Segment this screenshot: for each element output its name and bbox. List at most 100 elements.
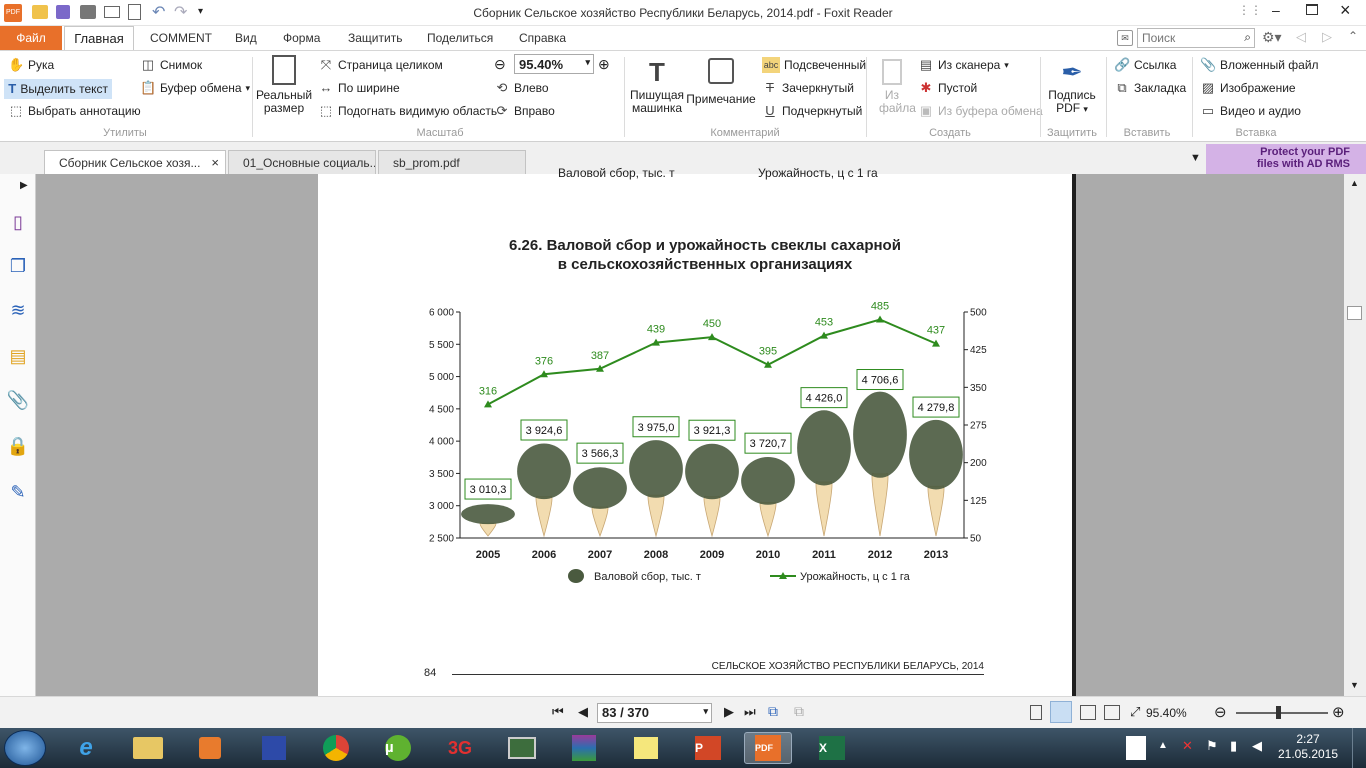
bookmark-button[interactable]: ⧉ Закладка — [1114, 80, 1186, 96]
comments-icon[interactable]: ▤ — [6, 344, 30, 368]
tab-home[interactable]: Главная — [64, 26, 134, 50]
clipboard-button[interactable]: 📋 Буфер обмена ▾ — [140, 80, 250, 96]
next-page-icon[interactable]: ▶ — [724, 704, 734, 720]
rotate-right-button[interactable]: ⟳ Вправо — [494, 103, 555, 119]
close-tab-icon[interactable]: × — [211, 155, 219, 170]
email-icon[interactable] — [104, 6, 120, 18]
quick-access-dropdown-icon[interactable]: ▾ — [198, 6, 203, 17]
image-button[interactable]: ▨ Изображение — [1200, 80, 1296, 96]
file-explorer-icon[interactable] — [124, 732, 172, 764]
document-tab[interactable]: 01_Основные социаль... — [228, 150, 376, 174]
note-button[interactable]: Примечание — [686, 55, 756, 106]
search-icon[interactable]: ⌕ — [1244, 30, 1251, 45]
language-indicator[interactable] — [1126, 736, 1146, 760]
rotate-left-button[interactable]: ⟲ Влево — [494, 80, 549, 96]
tab-protect[interactable]: Защитить — [348, 31, 402, 45]
single-page-icon[interactable] — [1030, 705, 1042, 720]
vertical-scrollbar[interactable]: ▲ ▼ — [1344, 174, 1366, 696]
sign-pdf-button[interactable]: ✒ Подпись PDF ▾ — [1044, 55, 1100, 116]
clock[interactable]: 2:27 21.05.2015 — [1276, 732, 1340, 762]
battery-icon[interactable]: ▮ — [1230, 738, 1237, 754]
floppy-icon[interactable] — [250, 732, 298, 764]
search-input[interactable] — [1138, 29, 1234, 47]
tab-form[interactable]: Форма — [283, 31, 320, 45]
first-page-icon[interactable]: ⏮ — [552, 704, 564, 720]
from-file-button[interactable]: Из файла — [872, 55, 916, 115]
continuous-facing-icon[interactable] — [1104, 705, 1120, 720]
fit-page-button[interactable]: ⤧ Страница целиком — [318, 57, 443, 73]
zoom-out-icon[interactable]: ⊖ — [1214, 703, 1227, 721]
scroll-up-icon[interactable]: ▲ — [1350, 178, 1359, 188]
fit-visible-button[interactable]: ⬚ Подогнать видимую область — [318, 103, 497, 119]
attachment-icon[interactable]: 📎 — [6, 388, 30, 412]
user-icon[interactable]: ✉ — [1117, 30, 1133, 46]
scroll-thumb[interactable] — [1347, 306, 1362, 320]
tab-view[interactable]: Вид — [235, 31, 257, 45]
link-button[interactable]: 🔗 Ссылка — [1114, 57, 1176, 73]
underline-button[interactable]: U Подчеркнутый — [762, 103, 862, 119]
strikeout-button[interactable]: T Зачеркнутый — [762, 80, 854, 96]
continuous-page-icon[interactable] — [1050, 701, 1072, 723]
sticky-notes-icon[interactable] — [622, 732, 670, 764]
redo-icon[interactable]: ↷ — [174, 2, 187, 22]
print-icon[interactable] — [80, 5, 96, 19]
last-page-icon[interactable]: ⏭ — [744, 704, 756, 720]
close-button[interactable]: × — [1340, 0, 1351, 21]
search-field[interactable]: ⌕ — [1137, 28, 1255, 48]
nav-back-icon[interactable]: ◁ — [1296, 29, 1306, 45]
document-tab[interactable]: sb_prom.pdf — [378, 150, 526, 174]
actual-size-button[interactable]: Реальный размер — [256, 55, 312, 115]
attached-file-button[interactable]: 📎 Вложенный файл — [1200, 57, 1319, 73]
gear-icon[interactable]: ⚙▾ — [1262, 29, 1282, 46]
expand-panel-icon[interactable]: ▶ — [20, 180, 28, 191]
3g-modem-icon[interactable]: 3G — [436, 732, 484, 764]
signature-icon[interactable]: ✎ — [6, 480, 30, 504]
media-player-icon[interactable] — [186, 732, 234, 764]
tab-help[interactable]: Справка — [519, 31, 566, 45]
network-icon[interactable]: ✕ — [1182, 738, 1193, 754]
lock-icon[interactable]: 🔒 — [6, 434, 30, 458]
zoom-slider-thumb[interactable] — [1276, 706, 1281, 719]
snapshot-button[interactable]: ◫ Снимок — [140, 57, 202, 73]
zoom-in-icon[interactable]: ⊕ — [1332, 703, 1345, 721]
blank-button[interactable]: ✱ Пустой — [918, 80, 978, 96]
tab-share[interactable]: Поделиться — [427, 31, 493, 45]
zoom-select[interactable]: 95.40% ▾ — [514, 54, 594, 74]
nav-forward-icon[interactable]: ▷ — [1322, 29, 1332, 45]
start-button[interactable] — [4, 730, 46, 766]
tray-expand-icon[interactable]: ▲ — [1158, 740, 1168, 751]
chrome-icon[interactable] — [312, 732, 360, 764]
from-scanner-button[interactable]: ▤ Из сканера ▾ — [918, 57, 1009, 73]
document-tab[interactable]: Сборник Сельское хозя... × — [44, 150, 226, 174]
video-audio-button[interactable]: ▭ Видео и аудио — [1200, 103, 1301, 119]
zoom-in-icon[interactable]: ⊕ — [598, 56, 610, 73]
open-icon[interactable] — [32, 5, 48, 19]
pages-icon[interactable]: ▯ — [6, 210, 30, 234]
stack-icon[interactable]: ≋ — [6, 298, 30, 322]
powerpoint-icon[interactable]: P — [684, 732, 732, 764]
scroll-down-icon[interactable]: ▼ — [1350, 680, 1359, 690]
from-clipboard-button[interactable]: ▣ Из буфера обмена — [918, 103, 1043, 119]
previous-page-icon[interactable]: ◀ — [578, 704, 588, 720]
file-menu[interactable]: Файл — [0, 26, 62, 50]
hand-tool-button[interactable]: ✋ Рука — [8, 57, 54, 73]
ad-rms-banner[interactable]: Protect your PDF files with AD RMS — [1206, 144, 1366, 174]
layers-icon[interactable]: ❐ — [6, 254, 30, 278]
extract-page-icon[interactable]: ⧉ — [794, 703, 804, 720]
fullscreen-icon[interactable]: ⤢ — [1130, 704, 1140, 720]
tab-list-dropdown-icon[interactable]: ▼ — [1190, 152, 1201, 164]
task-manager-icon[interactable] — [498, 732, 546, 764]
ribbon-collapse-icon[interactable]: ⌃ — [1348, 29, 1358, 43]
typewriter-button[interactable]: T Пишущая машинка — [628, 55, 686, 115]
volume-icon[interactable]: ◀ — [1252, 738, 1262, 754]
excel-icon[interactable]: X — [808, 732, 856, 764]
show-desktop-button[interactable] — [1352, 728, 1366, 768]
winrar-icon[interactable] — [560, 732, 608, 764]
flag-icon[interactable]: ⚑ — [1206, 738, 1218, 754]
document-icon[interactable] — [128, 4, 141, 20]
insert-page-icon[interactable]: ⧉ — [768, 703, 778, 720]
page-input[interactable]: 83 / 370 ▾ — [597, 703, 712, 723]
restore-menu-icon[interactable]: ⋮⋮ — [1238, 3, 1262, 17]
undo-icon[interactable]: ↶ — [152, 2, 165, 22]
tab-comment[interactable]: COMMENT — [150, 31, 212, 45]
